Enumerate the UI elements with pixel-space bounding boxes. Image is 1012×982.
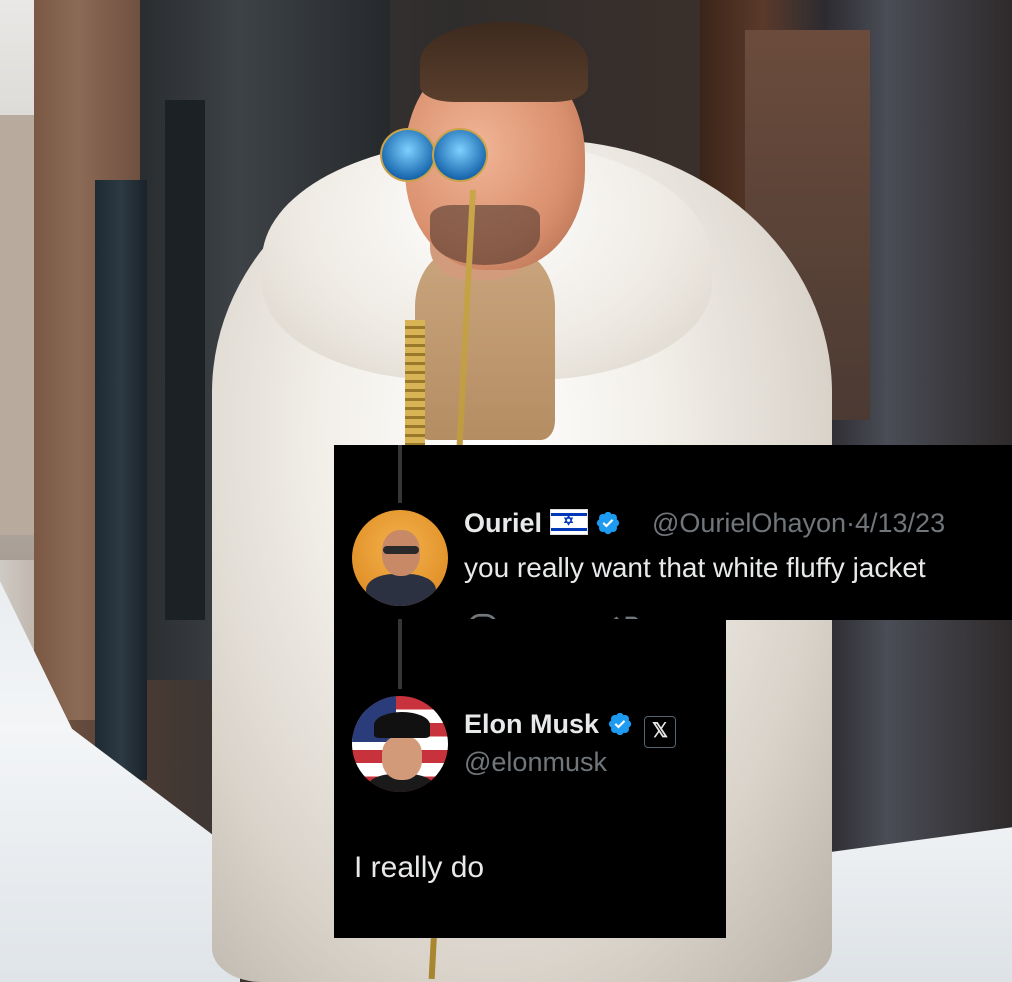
- gold-chain: [405, 320, 425, 450]
- author-name-row: Elon Musk 𝕏: [464, 709, 677, 748]
- author-name[interactable]: Elon Musk: [464, 709, 599, 739]
- main-tweet-text: I really do: [354, 851, 485, 884]
- reply-tweet-text: you really want that white fluffy jacket: [464, 552, 926, 583]
- author-handle[interactable]: @elonmusk: [464, 747, 607, 778]
- thread-line-bottom: [398, 619, 402, 689]
- reply-tweet-card[interactable]: Ouriel ✡ @OurielOhayon·4/13/23 you reall…: [334, 445, 1012, 620]
- sunglasses-lens-right: [432, 128, 488, 182]
- author-name[interactable]: Ouriel: [464, 508, 542, 538]
- verified-badge-icon: [596, 511, 620, 535]
- tweet-date[interactable]: 4/13/23: [855, 508, 945, 538]
- author-handle-row: @OurielOhayon·4/13/23: [652, 508, 946, 538]
- thread-line-top: [398, 445, 402, 503]
- x-affiliate-badge-icon[interactable]: 𝕏: [644, 716, 677, 748]
- sunglasses-lens-left: [380, 128, 436, 182]
- israel-flag-icon: ✡: [549, 509, 588, 535]
- main-tweet-card[interactable]: Elon Musk 𝕏 @elonmusk I really do: [334, 619, 726, 938]
- author-name-row: Ouriel ✡: [464, 508, 621, 539]
- verified-badge-icon: [608, 712, 631, 736]
- ouriel-avatar[interactable]: [352, 510, 448, 606]
- author-handle[interactable]: @OurielOhayon: [652, 508, 846, 538]
- elon-avatar[interactable]: [352, 696, 448, 792]
